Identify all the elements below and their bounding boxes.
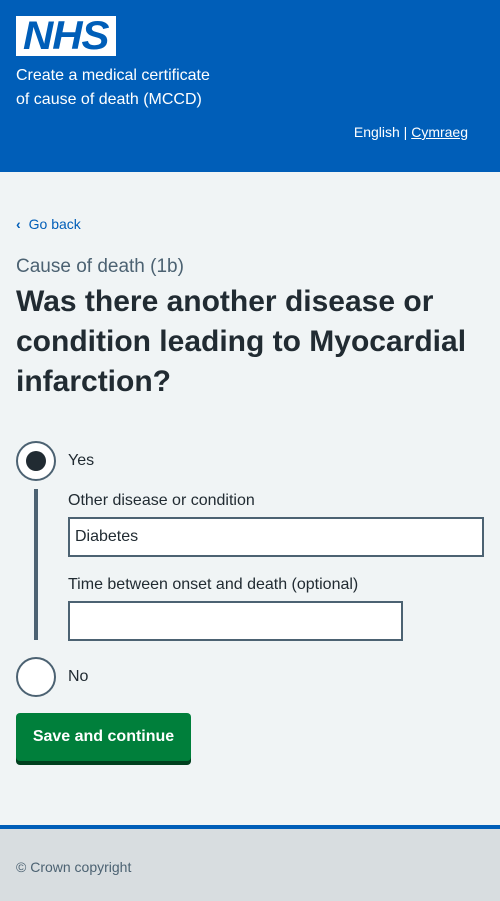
service-name-line1: Create a medical certificate: [16, 67, 210, 84]
language-link-cymraeg[interactable]: Cymraeg: [411, 124, 468, 140]
disease-field-label: Other disease or condition: [68, 492, 255, 509]
language-current: English: [353, 124, 400, 140]
radio-yes[interactable]: [16, 441, 56, 481]
radio-selected-dot: [26, 451, 46, 471]
nhs-logo-text: NHS: [23, 14, 110, 58]
radio-yes-label[interactable]: Yes: [68, 449, 94, 473]
nhs-logo[interactable]: NHS: [16, 16, 116, 56]
disease-input[interactable]: Diabetes: [68, 517, 484, 557]
onset-input[interactable]: [68, 601, 403, 641]
save-and-continue-button[interactable]: Save and continue: [16, 713, 191, 761]
language-switcher: English | Cymraeg: [354, 122, 468, 142]
site-header: NHS Create a medical certificate of caus…: [0, 0, 500, 172]
question-caption: Cause of death (1b): [16, 256, 184, 277]
chevron-left-icon: ‹: [16, 216, 21, 232]
service-name[interactable]: Create a medical certificate of cause of…: [16, 64, 246, 112]
language-separator: |: [403, 124, 408, 140]
copyright-text: © Crown copyright: [16, 859, 132, 875]
radio-no[interactable]: [16, 657, 56, 697]
radio-no-label[interactable]: No: [68, 665, 88, 689]
conditional-reveal-bar: [34, 489, 38, 640]
onset-field-label: Time between onset and death (optional): [68, 576, 359, 593]
site-footer: © Crown copyright: [0, 825, 500, 901]
service-name-line2: of cause of death (MCCD): [16, 91, 202, 108]
back-link-label: Go back: [28, 216, 81, 232]
page-title: Was there another disease or condition l…: [16, 285, 467, 398]
back-link[interactable]: ‹ Go back: [16, 214, 81, 234]
